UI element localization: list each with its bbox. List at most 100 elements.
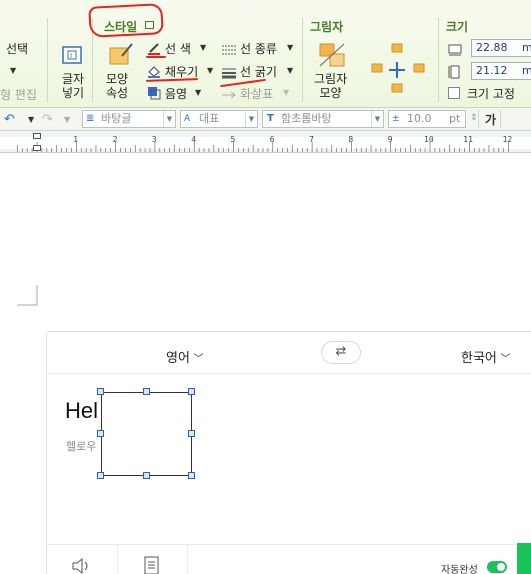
source-text[interactable]: Hel	[65, 398, 98, 424]
font-lang-select[interactable]: A 대표 ▼	[180, 110, 258, 128]
indent-marker-top[interactable]	[33, 133, 41, 139]
autocomplete-label: 자동완성	[441, 565, 478, 574]
format-bar: ↶ ▼ ↷ ▼ ≣ 바탕글 ▼ A 대표 ▼ T 함초롬바탕 ▼ ± 10.0 …	[0, 108, 531, 131]
chevron-down-icon: ▼	[163, 111, 175, 127]
group-separator	[47, 18, 48, 102]
line-type-icon[interactable]	[221, 41, 237, 55]
ruler-strip	[0, 137, 531, 152]
line-width-icon[interactable]	[221, 64, 237, 79]
redo-dropdown-icon[interactable]: ▼	[64, 115, 70, 124]
size-group-title: 크기	[446, 20, 469, 34]
arrow-style-button[interactable]: 화살표	[240, 85, 273, 102]
hwp-window: 선택 ▼ 형 편집 I 글자 넣기 스타일 모양 속성 선 색 ▼ 채우기 ▼	[0, 0, 531, 574]
height-value: 21.12	[476, 64, 508, 77]
redo-icon[interactable]: ↷	[42, 112, 53, 127]
card-footer-separator	[187, 545, 188, 574]
arrow-style-dropdown-icon[interactable]: ▼	[283, 88, 289, 97]
font-size-value: 10.0	[407, 112, 432, 125]
line-color-dropdown-icon[interactable]: ▼	[200, 43, 206, 52]
annotation-circle	[88, 3, 164, 38]
shadow-shape-icon[interactable]	[318, 42, 346, 68]
arrow-style-icon[interactable]	[221, 86, 237, 99]
line-type-button[interactable]: 선 종류	[240, 40, 277, 57]
text-box-icon[interactable]: I	[60, 44, 84, 66]
width-field[interactable]: 22.88 m	[471, 39, 531, 57]
ruler: 1 2 3 4 5 6 7 8 9 10 11 12	[0, 131, 531, 153]
indent-marker-bottom[interactable]	[33, 145, 41, 151]
font-name-select[interactable]: T 함초롬바탕 ▼	[262, 110, 384, 128]
chevron-down-icon: ▼	[245, 111, 257, 127]
shadow-icon[interactable]	[147, 85, 161, 100]
fill-dropdown-icon[interactable]: ▼	[207, 66, 213, 75]
resize-handle-nw[interactable]	[97, 388, 104, 395]
bold-button[interactable]: 가	[485, 111, 496, 128]
font-icon: T	[267, 113, 274, 124]
font-size-spinner-icon[interactable]: ⇕	[470, 113, 478, 123]
shadow-button[interactable]: 음영	[165, 85, 187, 102]
height-icon	[448, 64, 462, 79]
font-size-unit: pt	[449, 112, 461, 125]
picture-group-title: 그림자	[310, 20, 344, 34]
resize-handle-e[interactable]	[188, 430, 195, 437]
source-language-select[interactable]: 영어 ﹀	[166, 347, 204, 366]
swap-icon: ⇄	[335, 344, 347, 359]
shape-props-button[interactable]: 모양 속성	[106, 72, 128, 100]
ruler-ticks	[17, 142, 509, 152]
nudge-arrows-icon[interactable]	[370, 42, 428, 100]
card-bottom-divider	[47, 544, 531, 545]
chevron-down-icon: ▼	[371, 111, 383, 127]
font-size-icon: ±	[392, 114, 400, 124]
select-button[interactable]: 선택	[6, 40, 28, 57]
fill-icon[interactable]	[147, 63, 161, 78]
line-color-icon[interactable]	[147, 40, 161, 55]
select-dropdown-icon[interactable]: ▼	[10, 66, 16, 75]
undo-icon[interactable]: ↶	[4, 112, 15, 127]
resize-handle-n[interactable]	[143, 388, 150, 395]
autocomplete-toggle[interactable]	[487, 561, 507, 573]
card-footer-separator	[117, 545, 118, 574]
line-width-button[interactable]: 선 굵기	[240, 63, 277, 80]
undo-dropdown-icon[interactable]: ▼	[28, 115, 34, 124]
selected-shape[interactable]	[101, 392, 192, 476]
shape-props-icon[interactable]	[108, 42, 134, 68]
edit-shape-button[interactable]: 형 편집	[0, 86, 37, 103]
swap-language-button[interactable]: ⇄	[321, 341, 361, 364]
ruler-number: 8	[348, 135, 354, 144]
toolbar-separator	[478, 110, 479, 128]
resize-handle-se[interactable]	[188, 472, 195, 479]
annotation-underline	[146, 56, 166, 58]
shadow-dropdown-icon[interactable]: ▼	[195, 88, 201, 97]
translate-button[interactable]	[517, 543, 531, 574]
font-name-value: 함초롬바탕	[281, 112, 332, 125]
resize-handle-s[interactable]	[143, 472, 150, 479]
line-color-button[interactable]: 선 색	[165, 40, 191, 57]
source-language-label: 영어	[166, 350, 190, 365]
lock-size-checkbox[interactable]	[448, 87, 460, 99]
insert-text-button[interactable]: 글자 넣기	[62, 72, 84, 100]
chevron-down-icon: ﹀	[193, 354, 204, 365]
resize-handle-w[interactable]	[97, 430, 104, 437]
ruler-number: 10	[424, 135, 434, 144]
font-size-field[interactable]: ± 10.0 pt	[388, 110, 466, 128]
shadow-shape-button[interactable]: 그림자 모양	[314, 72, 347, 100]
style-select-value: 바탕글	[101, 112, 132, 125]
lock-size-label: 크기 고정	[467, 87, 515, 101]
svg-text:I: I	[70, 52, 72, 60]
chevron-down-icon: ﹀	[500, 354, 511, 365]
line-width-dropdown-icon[interactable]: ▼	[287, 66, 293, 75]
document-icon[interactable]	[143, 556, 161, 574]
card-divider	[47, 373, 531, 374]
style-select[interactable]: ≣ 바탕글 ▼	[82, 110, 176, 128]
resize-handle-ne[interactable]	[188, 388, 195, 395]
annotation-underline	[145, 78, 199, 82]
ruler-number: 6	[269, 135, 275, 144]
volume-icon[interactable]	[71, 557, 93, 574]
ruler-number: 11	[463, 135, 473, 144]
ruler-number: 7	[309, 135, 314, 144]
resize-handle-sw[interactable]	[97, 472, 104, 479]
target-language-select[interactable]: 한국어 ﹀	[461, 347, 511, 366]
ruler-number: 1	[73, 135, 79, 144]
height-field[interactable]: 21.12 m	[471, 62, 531, 80]
font-lang-value: 대표	[199, 112, 220, 125]
line-type-dropdown-icon[interactable]: ▼	[287, 43, 293, 52]
